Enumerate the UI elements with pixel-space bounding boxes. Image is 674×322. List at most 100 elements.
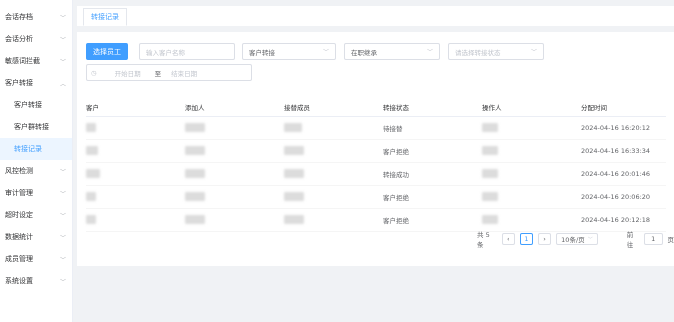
table-row: 客户拒绝 2024-04-16 20:12:18: [86, 208, 666, 232]
redacted-adder: [185, 192, 205, 201]
transfer-type-select[interactable]: 客户转接 ﹀: [242, 43, 336, 60]
assign-time: 2024-04-16 16:20:12: [581, 116, 666, 140]
chevron-right-icon: ›: [543, 235, 546, 243]
redacted-operator: [482, 192, 498, 201]
menu-item-session-analysis[interactable]: 会话分析 ﹀: [0, 28, 72, 50]
submenu-transfer-records[interactable]: 转接记录: [0, 138, 72, 160]
menu-label: 会话分析: [5, 35, 33, 43]
menu-label: 敏感词拦截: [5, 57, 40, 65]
chevron-down-icon: ﹀: [587, 236, 593, 243]
status-text: 客户拒绝: [383, 185, 482, 209]
menu-label: 风控检测: [5, 167, 33, 175]
chevron-left-icon: ‹: [507, 235, 510, 243]
menu-label: 系统设置: [5, 277, 33, 285]
chevron-down-icon: ﹀: [426, 49, 433, 56]
menu-label: 数据统计: [5, 233, 33, 241]
redacted-successor: [284, 169, 304, 178]
assign-time: 2024-04-16 20:12:18: [581, 208, 666, 232]
employment-status-select[interactable]: 在职继承 ﹀: [344, 43, 440, 60]
assign-time: 2024-04-16 20:06:20: [581, 185, 666, 209]
assign-time: 2024-04-16 20:01:46: [581, 162, 666, 186]
transfer-status-select[interactable]: 请选择转接状态 ﹀: [448, 43, 544, 60]
date-range-picker[interactable]: ◷ 开始日期 至 结束日期: [86, 64, 252, 81]
chevron-down-icon: ﹀: [59, 234, 66, 242]
total-count: 共 5 条: [477, 231, 490, 249]
start-date-input[interactable]: 开始日期: [115, 68, 141, 78]
redacted-adder: [185, 169, 205, 178]
col-status: 转接状态: [383, 98, 482, 117]
transfer-records-table: 客户 添加人 接替成员 转接状态 操作人 分配时间 待接替 2024-04-16…: [86, 98, 666, 232]
redacted-operator: [482, 123, 498, 132]
menu-label: 客户转接: [5, 79, 33, 87]
submenu-customer-transfer[interactable]: 客户转接: [0, 94, 72, 116]
redacted-successor: [284, 192, 304, 201]
table-row: 客户拒绝 2024-04-16 16:33:34: [86, 139, 666, 163]
table-row: 转接成功 2024-04-16 20:01:46: [86, 162, 666, 186]
menu-item-timeout[interactable]: 超时设定 ﹀: [0, 204, 72, 226]
end-date-input[interactable]: 结束日期: [171, 68, 197, 78]
goto-page-input[interactable]: 1: [643, 233, 663, 245]
col-assign-time: 分配时间: [581, 98, 666, 117]
chevron-down-icon: ﹀: [59, 212, 66, 220]
menu-item-statistics[interactable]: 数据统计 ﹀: [0, 226, 72, 248]
tab-transfer-records[interactable]: 转接记录: [83, 8, 127, 26]
redacted-customer: [86, 215, 96, 224]
calendar-icon: ◷: [91, 68, 97, 77]
redacted-operator: [482, 169, 498, 178]
menu-label: 超时设定: [5, 211, 33, 219]
menu-item-settings[interactable]: 系统设置 ﹀: [0, 270, 72, 292]
submenu-label: 客户转接: [14, 101, 42, 109]
menu-label: 审计管理: [5, 189, 33, 197]
chevron-down-icon: ﹀: [530, 49, 537, 56]
table-header-row: 客户 添加人 接替成员 转接状态 操作人 分配时间: [86, 98, 666, 117]
redacted-operator: [482, 215, 498, 224]
col-operator: 操作人: [482, 98, 581, 117]
col-customer: 客户: [86, 98, 185, 117]
col-successor: 接替成员: [284, 98, 383, 117]
page-number[interactable]: 1: [519, 233, 534, 245]
menu-item-sensitive-word[interactable]: 敏感词拦截 ﹀: [0, 50, 72, 72]
sidebar-menu: 会话存档 ﹀ 会话分析 ﹀ 敏感词拦截 ﹀ 客户转接 ︿ 客户转接 客户群转接 …: [0, 0, 73, 322]
main-content: 转接记录 选择员工 输入客户名称 客户转接 ﹀ 在职继承 ﹀ 请选择转接状态 ﹀…: [77, 6, 674, 322]
records-panel: 选择员工 输入客户名称 客户转接 ﹀ 在职继承 ﹀ 请选择转接状态 ﹀ ◷ 开始…: [77, 32, 674, 266]
redacted-adder: [185, 215, 205, 224]
status-text: 客户拒绝: [383, 208, 482, 232]
select-value: 客户转接: [249, 48, 275, 57]
chevron-down-icon: ﹀: [59, 256, 66, 264]
page-size-select[interactable]: 10条/页 ﹀: [556, 233, 598, 245]
col-adder: 添加人: [185, 98, 284, 117]
redacted-operator: [482, 146, 498, 155]
menu-item-customer-transfer[interactable]: 客户转接 ︿: [0, 72, 72, 94]
chevron-down-icon: ﹀: [59, 190, 66, 198]
page-suffix: 页: [667, 236, 674, 244]
menu-item-audit[interactable]: 审计管理 ﹀: [0, 182, 72, 204]
status-text: 转接成功: [383, 162, 482, 186]
tabs-bar: 转接记录: [77, 6, 674, 26]
prev-page-button[interactable]: ‹: [501, 233, 515, 245]
placeholder-text: 输入客户名称: [146, 48, 185, 57]
submenu-label: 客户群转接: [14, 123, 49, 131]
menu-item-members[interactable]: 成员管理 ﹀: [0, 248, 72, 270]
next-page-button[interactable]: ›: [538, 233, 552, 245]
menu-item-session-archive[interactable]: 会话存档 ﹀: [0, 6, 72, 28]
assign-time: 2024-04-16 16:33:34: [581, 139, 666, 163]
status-text: 客户拒绝: [383, 139, 482, 163]
chevron-down-icon: ﹀: [59, 36, 66, 44]
chevron-down-icon: ﹀: [322, 49, 329, 56]
table-row: 待接替 2024-04-16 16:20:12: [86, 116, 666, 140]
menu-label: 会话存档: [5, 13, 33, 21]
customer-name-input[interactable]: 输入客户名称: [139, 43, 235, 60]
menu-label: 成员管理: [5, 255, 33, 263]
goto-label: 前往: [626, 231, 634, 249]
submenu-group-transfer[interactable]: 客户群转接: [0, 116, 72, 138]
status-text: 待接替: [383, 116, 482, 140]
select-employee-button[interactable]: 选择员工: [86, 43, 128, 60]
chevron-down-icon: ﹀: [59, 168, 66, 176]
redacted-adder: [185, 123, 205, 132]
select-value: 在职继承: [351, 48, 377, 57]
chevron-down-icon: ﹀: [59, 278, 66, 286]
redacted-customer: [86, 146, 98, 155]
date-separator: 至: [154, 69, 162, 78]
redacted-successor: [284, 215, 304, 224]
menu-item-risk-detection[interactable]: 风控检测 ﹀: [0, 160, 72, 182]
